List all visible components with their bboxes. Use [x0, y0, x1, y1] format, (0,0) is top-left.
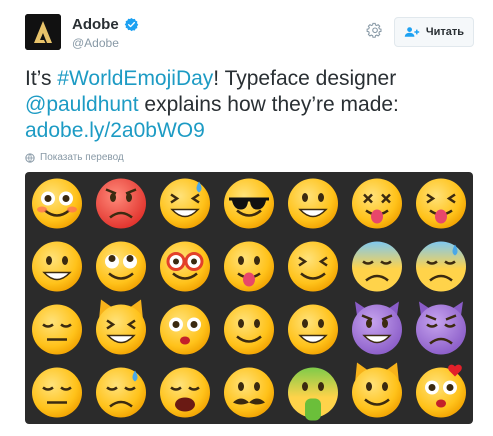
emoji-devil-frown: [416, 301, 466, 355]
emoji-mustache: [224, 367, 274, 418]
emoji-smile: [224, 304, 274, 355]
emoji-neutral: [32, 367, 82, 418]
emoji-grin-sweat: [160, 178, 210, 229]
emoji-grid-image: [32, 178, 466, 421]
tweet-media-image[interactable]: [25, 172, 473, 424]
follow-label: Читать: [425, 26, 465, 38]
emoji-flushed: [32, 178, 82, 229]
emoji-smirk: [32, 304, 82, 355]
emoji-nauseated: [288, 367, 338, 421]
hashtag-link[interactable]: #WorldEmojiDay: [57, 67, 213, 90]
emoji-dizzy-tongue: [352, 178, 402, 229]
translate-label: Показать перевод: [40, 152, 124, 163]
tweet-text-part: ! Typeface designer: [213, 67, 397, 90]
emoji-angry: [96, 178, 146, 229]
mention-link[interactable]: @pauldhunt: [25, 93, 139, 116]
globe-icon: [25, 152, 35, 163]
gear-icon[interactable]: [366, 22, 384, 40]
emoji-squint: [288, 241, 338, 292]
tweet-card: Adobe @Adobe Читать It’s #WorldEmojiDay!…: [0, 0, 493, 436]
emoji-grin-teeth: [32, 241, 82, 292]
emoji-nerd: [160, 241, 210, 292]
account-name-row[interactable]: Adobe: [72, 16, 139, 33]
url-link[interactable]: adobe.ly/2a0bWO9: [25, 119, 205, 142]
follow-button[interactable]: Читать: [394, 17, 474, 47]
adobe-logo-icon: [25, 14, 61, 50]
follow-user-icon: [404, 27, 420, 37]
emoji-zany: [288, 178, 338, 229]
emoji-wink-tongue: [416, 178, 466, 229]
emoji-grimace: [288, 304, 338, 355]
emoji-cold-sweat: [416, 241, 466, 292]
tweet-text-part: explains how they’re made:: [138, 93, 399, 116]
emoji-cat-grin: [96, 299, 146, 355]
avatar[interactable]: [25, 14, 61, 50]
translate-link[interactable]: Показать перевод: [25, 152, 124, 163]
emoji-heart-kiss: [416, 364, 466, 418]
emoji-cat-smile: [352, 362, 402, 418]
tweet-text-part: It’s: [25, 67, 58, 90]
emoji-sunglasses: [224, 178, 274, 229]
tweet-text: It’s #WorldEmojiDay! Typeface designer @…: [25, 66, 475, 144]
verified-badge-icon: [124, 17, 138, 32]
emoji-cold: [352, 241, 402, 292]
emoji-devil: [352, 301, 402, 355]
emoji-sad-sweat: [96, 367, 146, 418]
emoji-anguish: [160, 367, 210, 418]
emoji-eye-roll: [96, 241, 146, 292]
emoji-kiss-wink: [160, 304, 210, 355]
account-handle[interactable]: @Adobe: [72, 36, 119, 50]
emoji-tongue: [224, 241, 274, 292]
account-name[interactable]: Adobe: [72, 16, 119, 33]
